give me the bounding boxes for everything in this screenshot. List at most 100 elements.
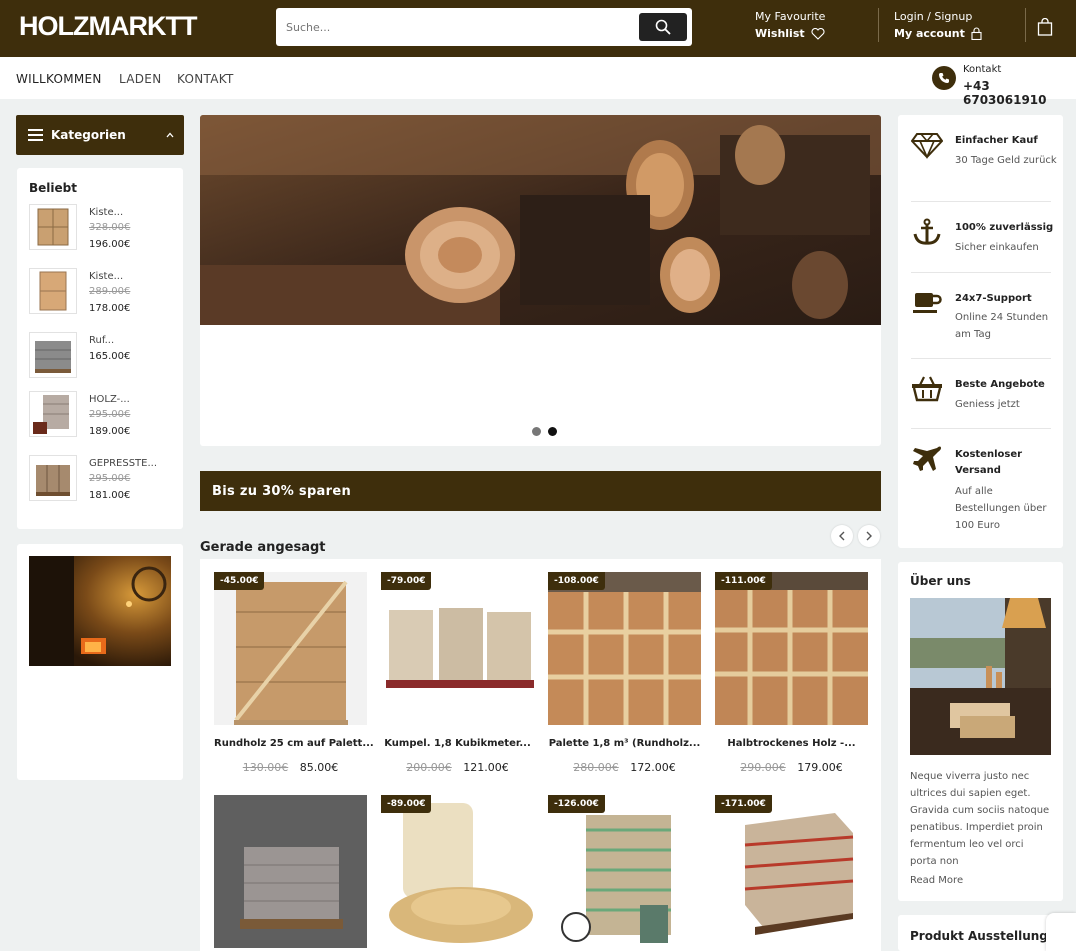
feature-title: Kostenloser Versand (955, 449, 1023, 476)
popular-panel: Beliebt Kiste... 328.00€ 196.00€ Kiste..… (17, 168, 183, 529)
divider (911, 201, 1051, 202)
wishlist-label: Wishlist (755, 27, 805, 40)
discount-badge: -108.00€ (548, 572, 605, 590)
feature-text: Auf alle Bestellungen über 100 Euro (955, 486, 1047, 531)
popular-item-old-price: 295.00€ (89, 473, 131, 484)
sidebar-banner-panel (17, 544, 183, 780)
slider-dot[interactable] (532, 427, 541, 436)
product-image[interactable]: -79.00€ (381, 572, 534, 725)
feature-title: Einfacher Kauf (955, 135, 1038, 146)
logo[interactable]: HOLZMARKTT (19, 11, 197, 42)
popular-item[interactable]: Kiste... 328.00€ 196.00€ (29, 204, 179, 252)
product-grid: -45.00€ Rundholz 25 cm auf Palett... 130… (200, 559, 881, 951)
fireplace-banner-image[interactable] (29, 556, 171, 666)
read-more-link[interactable]: Read More (910, 875, 963, 886)
hero-slider[interactable] (200, 115, 881, 446)
divider (911, 358, 1051, 359)
popular-item[interactable]: Ruf... 165.00€ (29, 332, 179, 380)
shopping-bag-icon[interactable] (1037, 18, 1053, 36)
product-old-price: 290.00€ (740, 761, 786, 774)
feature-text: 30 Tage Geld zurück (955, 155, 1057, 166)
chevron-up-icon (166, 132, 174, 138)
exhibition-title: Produkt Ausstellung (910, 929, 1048, 943)
popular-item[interactable]: Kiste... 289.00€ 178.00€ (29, 268, 179, 316)
categories-label: Kategorien (51, 128, 126, 142)
product-price: 85.00€ (299, 761, 339, 774)
product-image[interactable]: -89.00€ (381, 795, 534, 948)
discount-badge: -126.00€ (548, 795, 605, 813)
product-name[interactable]: Palette 1,8 m³ (Rundholz... (548, 738, 701, 749)
product-thumbnail[interactable] (29, 332, 77, 378)
popular-item-price: 181.00€ (89, 490, 131, 501)
carousel-prev-button[interactable] (831, 525, 853, 547)
lock-icon (971, 27, 982, 40)
phone-icon (932, 66, 956, 90)
product-image[interactable]: -45.00€ (214, 572, 367, 725)
popular-item-name[interactable]: GEPRESSTE... (89, 458, 157, 469)
nav-item-kontakt[interactable]: KONTAKT (177, 72, 234, 86)
feature-text: Geniess jetzt (955, 399, 1020, 410)
product-image[interactable]: -171.00€ (715, 795, 868, 948)
nav-item-willkommen[interactable]: WILLKOMMEN (16, 72, 102, 86)
popular-item-name[interactable]: Kiste... (89, 271, 123, 282)
popular-item-price: 189.00€ (89, 426, 131, 437)
popular-item-name[interactable]: HOLZ-... (89, 394, 130, 405)
product-prices: 290.00€ 179.00€ (715, 761, 868, 774)
plane-icon (913, 446, 941, 471)
product-price: 121.00€ (463, 761, 509, 774)
about-text: Neque viverra justo nec ultrices dui sap… (910, 771, 1050, 867)
account-link[interactable]: Login / Signup My account (894, 10, 982, 40)
cup-icon (913, 293, 942, 313)
popular-title: Beliebt (29, 181, 77, 195)
popular-item[interactable]: GEPRESSTE... 295.00€ 181.00€ (29, 455, 179, 503)
favourite-label: My Favourite (755, 10, 826, 23)
promo-banner[interactable]: Bis zu 30% sparen (200, 471, 881, 511)
product-thumbnail[interactable] (29, 268, 77, 314)
wishlist-link[interactable]: My Favourite Wishlist (755, 10, 825, 40)
contact-number[interactable]: +43 6703061910 (963, 79, 1076, 107)
categories-button[interactable]: Kategorien (16, 115, 184, 155)
popular-item-price: 165.00€ (89, 351, 131, 362)
trending-title: Gerade angesagt (200, 540, 326, 555)
chat-widget-button[interactable] (1046, 913, 1076, 951)
product-name[interactable]: Kumpel. 1,8 Kubikmeter... (381, 738, 534, 749)
nav-item-laden[interactable]: LADEN (119, 72, 161, 86)
product-name[interactable]: Rundholz 25 cm auf Palett... (214, 738, 374, 749)
discount-badge: -89.00€ (381, 795, 432, 813)
product-thumbnail[interactable] (29, 455, 77, 501)
product-prices: 130.00€ 85.00€ (214, 761, 367, 774)
popular-item-price: 196.00€ (89, 239, 131, 250)
slider-dot-active[interactable] (548, 427, 557, 436)
product-image[interactable] (214, 795, 367, 948)
hero-slide-image (200, 115, 881, 325)
product-image[interactable]: -108.00€ (548, 572, 701, 725)
features-panel: Einfacher Kauf 30 Tage Geld zurück 100% … (898, 115, 1063, 548)
login-label: Login / Signup (894, 10, 973, 23)
popular-item-name[interactable]: Ruf... (89, 335, 114, 346)
product-prices: 200.00€ 121.00€ (381, 761, 534, 774)
feature-title: 24x7-Support (955, 293, 1032, 304)
feature-text: Sicher einkaufen (955, 242, 1039, 253)
carousel-next-button[interactable] (858, 525, 880, 547)
product-name[interactable]: Halbtrockenes Holz -... (715, 738, 868, 749)
discount-badge: -111.00€ (715, 572, 772, 590)
product-thumbnail[interactable] (29, 391, 77, 437)
product-thumbnail[interactable] (29, 204, 77, 250)
popular-item-name[interactable]: Kiste... (89, 207, 123, 218)
product-image[interactable]: -111.00€ (715, 572, 868, 725)
product-image[interactable]: -126.00€ (548, 795, 701, 948)
product-price: 179.00€ (797, 761, 843, 774)
top-header: HOLZMARKTT My Favourite Wishlist Login /… (0, 0, 1076, 57)
popular-item-old-price: 295.00€ (89, 409, 131, 420)
product-price: 172.00€ (630, 761, 676, 774)
search-button[interactable] (639, 13, 687, 41)
popular-item[interactable]: HOLZ-... 295.00€ 189.00€ (29, 391, 179, 439)
about-title: Über uns (910, 574, 971, 588)
discount-badge: -171.00€ (715, 795, 772, 813)
product-old-price: 130.00€ (242, 761, 289, 774)
search-icon (655, 19, 671, 35)
chevron-left-icon (839, 531, 845, 541)
exhibition-panel: Produkt Ausstellung (898, 915, 1063, 951)
menu-icon (28, 129, 43, 141)
search-input[interactable] (286, 17, 636, 37)
